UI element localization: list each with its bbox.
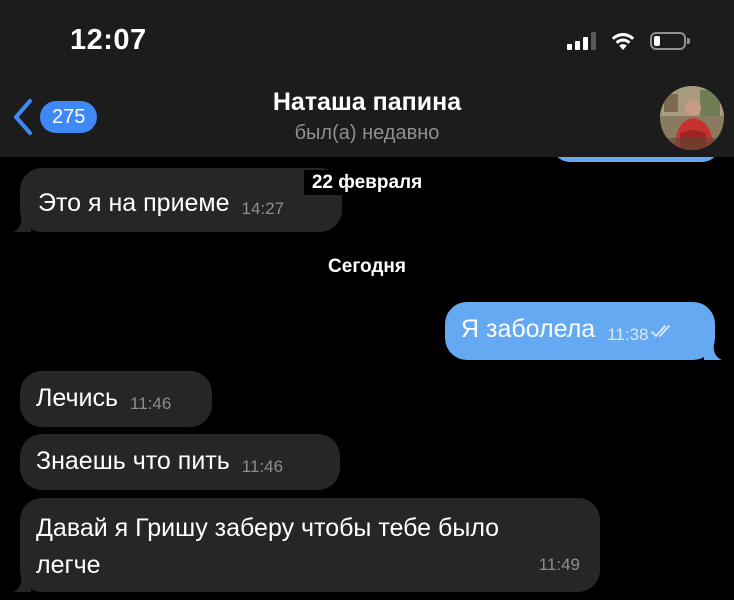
message-bubble-incoming[interactable]: Лечись 11:46 — [20, 371, 212, 427]
avatar-photo — [660, 86, 724, 150]
contact-avatar[interactable] — [660, 86, 724, 150]
chat-title[interactable]: Наташа папина — [0, 88, 734, 117]
message-bubble-incoming[interactable]: Знаешь что пить 11:46 — [20, 434, 340, 490]
battery-level-fill — [654, 36, 660, 46]
message-time: 14:27 — [241, 199, 285, 218]
message-text: Лечись — [36, 384, 118, 412]
chat-screen: 12:07 275 Наташа папина был(а) недавно 2… — [0, 0, 734, 600]
message-bubble-incoming[interactable]: Давай я Гришу заберу чтобы тебе было лег… — [13, 498, 600, 592]
status-bar-icons — [567, 31, 690, 51]
message-text: Знаешь что пить — [36, 447, 230, 475]
date-separator-today: Сегодня — [328, 256, 406, 277]
status-bar-time: 12:07 — [70, 24, 147, 56]
chat-header: 12:07 275 Наташа папина был(а) недавно — [0, 0, 734, 157]
message-text: Я заболела — [461, 315, 596, 343]
wifi-icon — [611, 33, 635, 50]
message-time: 11:38 — [607, 325, 649, 344]
message-time: 11:46 — [130, 394, 172, 413]
message-bubble-outgoing[interactable]: Я заболела 11:38 — [445, 302, 722, 360]
message-time: 11:46 — [241, 457, 284, 476]
chat-status: был(а) недавно — [294, 122, 440, 144]
message-time: 11:49 — [538, 555, 580, 574]
date-separator: 22 февраля — [0, 170, 734, 195]
battery-icon — [650, 32, 690, 50]
cellular-signal-icon — [567, 32, 596, 50]
message-text: Давай я Гришу заберу чтобы тебе было лег… — [36, 514, 500, 579]
read-checkmarks-icon — [651, 325, 671, 338]
